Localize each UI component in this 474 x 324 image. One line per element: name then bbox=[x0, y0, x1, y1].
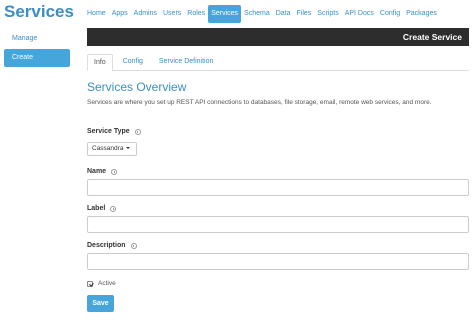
active-label: Active bbox=[98, 280, 116, 287]
nav-data[interactable]: Data bbox=[273, 5, 294, 23]
nav-files[interactable]: Files bbox=[294, 5, 315, 23]
nav-config[interactable]: Config bbox=[377, 5, 403, 23]
description-label-text: Description bbox=[87, 242, 126, 249]
nav-roles[interactable]: Roles bbox=[184, 5, 208, 23]
sidebar-item-manage[interactable]: Manage bbox=[4, 30, 70, 48]
info-icon[interactable] bbox=[130, 242, 137, 249]
service-type-value: Cassandra bbox=[92, 145, 124, 152]
sidebar: Manage Create bbox=[4, 30, 70, 68]
name-label: Name bbox=[87, 168, 118, 175]
section-description: Services are where you set up REST API c… bbox=[87, 99, 432, 106]
active-row: Active bbox=[87, 280, 116, 287]
nav-home[interactable]: Home bbox=[84, 5, 109, 23]
service-type-select[interactable]: Cassandra bbox=[87, 142, 137, 156]
nav-packages[interactable]: Packages bbox=[403, 5, 440, 23]
top-nav: Home Apps Admins Users Roles Services Sc… bbox=[84, 5, 440, 23]
info-icon[interactable] bbox=[110, 205, 117, 212]
info-icon[interactable] bbox=[111, 168, 118, 175]
description-label: Description bbox=[87, 242, 137, 249]
nav-services[interactable]: Services bbox=[208, 5, 242, 23]
tab-bar: Info Config Service Definition bbox=[87, 54, 469, 71]
nav-apps[interactable]: Apps bbox=[109, 5, 131, 23]
name-input[interactable] bbox=[87, 179, 469, 196]
tab-info[interactable]: Info bbox=[87, 54, 113, 71]
page-header: Create Service bbox=[87, 28, 469, 46]
nav-schema[interactable]: Schema bbox=[241, 5, 273, 23]
label-label: Label bbox=[87, 205, 117, 212]
caret-down-icon bbox=[126, 147, 131, 150]
name-label-text: Name bbox=[87, 168, 107, 175]
label-label-text: Label bbox=[87, 205, 106, 212]
description-input[interactable] bbox=[87, 253, 469, 270]
tab-config[interactable]: Config bbox=[117, 54, 149, 70]
sidebar-item-create[interactable]: Create bbox=[4, 49, 70, 67]
info-icon[interactable] bbox=[134, 128, 141, 135]
service-type-label: Service Type bbox=[87, 128, 141, 135]
label-input[interactable] bbox=[87, 216, 469, 233]
service-type-label-text: Service Type bbox=[87, 128, 130, 135]
app-title: Services bbox=[4, 2, 74, 21]
nav-api-docs[interactable]: API Docs bbox=[342, 5, 377, 23]
nav-users[interactable]: Users bbox=[160, 5, 184, 23]
active-checkbox[interactable] bbox=[87, 280, 93, 287]
save-button[interactable]: Save bbox=[87, 295, 114, 312]
nav-scripts[interactable]: Scripts bbox=[314, 5, 341, 23]
section-title: Services Overview bbox=[87, 80, 187, 94]
tab-service-definition[interactable]: Service Definition bbox=[153, 54, 219, 70]
nav-admins[interactable]: Admins bbox=[131, 5, 160, 23]
